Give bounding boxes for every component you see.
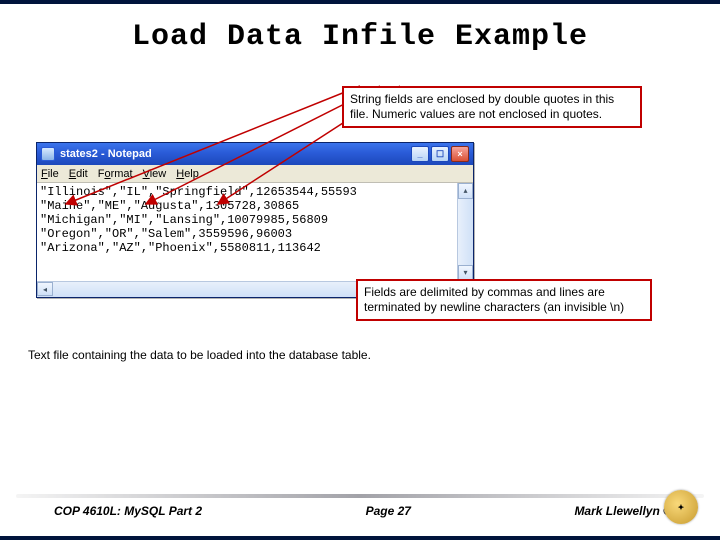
footer-page: Page 27 [366, 504, 411, 518]
callout-textfile: Text file containing the data to be load… [22, 344, 482, 367]
callout-delimiters: Fields are delimited by commas and lines… [356, 279, 652, 321]
menu-view[interactable]: View [143, 168, 167, 180]
menu-file[interactable]: File [41, 168, 59, 180]
maximize-button[interactable]: ☐ [431, 146, 449, 162]
notepad-menubar: File Edit Format View Help [37, 165, 473, 183]
notepad-icon [41, 147, 55, 161]
scroll-up-button[interactable]: ▴ [458, 183, 473, 199]
notepad-title: states2 - Notepad [60, 148, 411, 160]
menu-format[interactable]: Format [98, 168, 133, 180]
callout-string-fields: String fields are enclosed by double quo… [342, 86, 642, 128]
close-button[interactable]: × [451, 146, 469, 162]
notepad-content[interactable]: "Illinois","IL","Springfield",12653544,5… [37, 183, 457, 281]
minimize-button[interactable]: _ [411, 146, 429, 162]
menu-edit[interactable]: Edit [69, 168, 88, 180]
scroll-left-button[interactable]: ◂ [37, 282, 53, 296]
menu-help[interactable]: Help [176, 168, 199, 180]
ucf-logo-icon: ✦ [664, 490, 698, 524]
footer-author: Mark Llewellyn © [574, 504, 672, 518]
notepad-titlebar[interactable]: states2 - Notepad _ ☐ × [37, 143, 473, 165]
page-title: Load Data Infile Example [0, 4, 720, 60]
footer-divider [16, 494, 704, 498]
slide-footer: COP 4610L: MySQL Part 2 Page 27 Mark Lle… [0, 504, 720, 518]
footer-course: COP 4610L: MySQL Part 2 [54, 504, 202, 518]
notepad-window: states2 - Notepad _ ☐ × File Edit Format… [36, 142, 474, 298]
vertical-scrollbar[interactable]: ▴ ▾ [457, 183, 473, 281]
